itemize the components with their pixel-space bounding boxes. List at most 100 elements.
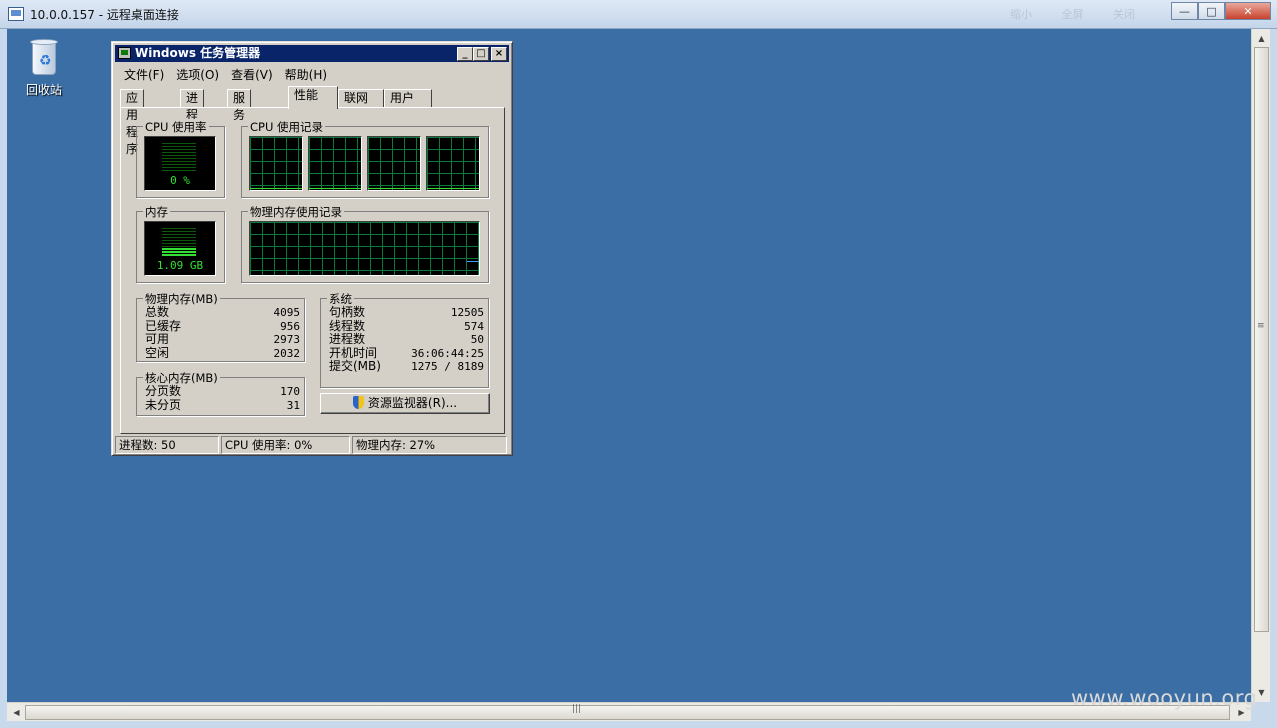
memory-value: 1.09 GB xyxy=(156,259,204,272)
tab-services[interactable]: 服务 xyxy=(227,89,252,122)
stat-value: 2032 xyxy=(273,346,301,360)
stat-row: 进程数 50 xyxy=(329,332,484,347)
stat-value: 50 xyxy=(470,333,484,346)
cpu-history-label: CPU 使用记录 xyxy=(248,119,326,135)
vertical-scrollbar[interactable]: ▲ ≡ ▼ xyxy=(1251,29,1270,702)
stat-row: 开机时间 36:06:44:25 xyxy=(329,345,484,361)
tm-minimize-button[interactable]: _ xyxy=(457,47,473,61)
cpu-history-group: CPU 使用记录 xyxy=(241,119,489,198)
stat-name: 空闲 xyxy=(145,345,170,360)
status-bar: 进程数: 50 CPU 使用率: 0% 物理内存: 27% xyxy=(115,436,509,454)
memory-meter: 1.09 GB xyxy=(144,221,216,276)
stat-value: 170 xyxy=(280,385,300,398)
scroll-up-icon[interactable]: ▲ xyxy=(1254,31,1269,46)
stat-row: 已缓存 956 xyxy=(145,318,300,334)
stat-value: 956 xyxy=(280,319,300,333)
recycle-bin-label: 回收站 xyxy=(25,83,62,97)
stat-value: 36:06:44:25 xyxy=(411,346,484,360)
grip-icon: ≡ xyxy=(1257,321,1265,331)
physical-memory-stats: 总数 4095 已缓存 956 可用 2973 空闲 2032 xyxy=(145,305,301,361)
window-title: 10.0.0.157 - 远程桌面连接 xyxy=(30,8,179,22)
stat-value: 31 xyxy=(286,398,300,412)
menu-bar: 文件(F) 选项(O) 查看(V) 帮助(H) xyxy=(118,64,333,85)
task-manager-window[interactable]: Windows 任务管理器 _ □ × 文件(F) 选项(O) 查看(V) 帮助… xyxy=(111,41,513,456)
tab-performance[interactable]: 性能 xyxy=(288,86,338,109)
tab-networking[interactable]: 联网 xyxy=(338,89,384,108)
stat-name: 已缓存 xyxy=(145,318,182,333)
resource-monitor-button[interactable]: 资源监视器(R)... xyxy=(320,393,490,414)
tab-applications[interactable]: 应用程序 xyxy=(120,89,145,156)
ghost-control-2: 全屏 xyxy=(1061,8,1084,21)
shield-icon xyxy=(352,396,364,409)
rdp-titlebar[interactable]: 10.0.0.157 - 远程桌面连接 缩小 全屏 关闭 — □ ✕ xyxy=(0,0,1277,29)
performance-panel: CPU 使用率 0 % CPU 使用记录 内存 1.09 GB 物理内存使用记录… xyxy=(120,107,505,434)
tab-users[interactable]: 用户 xyxy=(384,89,432,108)
status-processes: 进程数: 50 xyxy=(115,436,219,454)
tm-close-button[interactable]: × xyxy=(491,47,507,61)
status-memory: 物理内存: 27% xyxy=(352,436,507,454)
stat-value: 574 xyxy=(464,319,484,333)
stat-row: 总数 4095 xyxy=(145,305,301,320)
horizontal-scroll-thumb[interactable] xyxy=(25,705,1230,720)
memory-label: 内存 xyxy=(143,204,170,220)
remote-desktop-icon xyxy=(8,7,24,21)
horizontal-scrollbar[interactable]: ◀ ||| ▶ xyxy=(7,702,1251,721)
task-manager-title: Windows 任务管理器 xyxy=(135,46,261,60)
memory-history-graph xyxy=(249,221,480,276)
window-frame-right xyxy=(1270,29,1277,728)
stat-name: 进程数 xyxy=(329,332,366,346)
stat-value: 1275 / 8189 xyxy=(411,360,484,373)
stat-name: 开机时间 xyxy=(329,345,378,360)
rdp-ghost-controls: 缩小 全屏 关闭 xyxy=(1010,6,1161,22)
stat-row: 空闲 2032 xyxy=(145,345,301,361)
physical-memory-group: 物理内存(MB) 总数 4095 已缓存 956 可用 2973 空闲 2032 xyxy=(136,291,305,362)
menu-view[interactable]: 查看(V) xyxy=(225,64,279,85)
tab-processes[interactable]: 进程 xyxy=(180,89,205,122)
stat-name: 总数 xyxy=(145,305,170,319)
stat-row: 可用 2973 xyxy=(145,332,301,347)
watermark: www.wooyun.org xyxy=(1071,686,1258,710)
cpu-core-graph-3 xyxy=(367,136,421,191)
cpu-core-graph-4 xyxy=(426,136,480,191)
cpu-core-graph-1 xyxy=(249,136,303,191)
stat-name: 可用 xyxy=(145,332,170,346)
task-manager-icon xyxy=(118,47,131,59)
minimize-button[interactable]: — xyxy=(1171,2,1198,20)
menu-options[interactable]: 选项(O) xyxy=(170,64,225,85)
cpu-core-graph-2 xyxy=(308,136,362,191)
stat-row: 线程数 574 xyxy=(329,318,484,334)
ghost-control-3: 关闭 xyxy=(1113,8,1135,21)
stat-name: 未分页 xyxy=(145,397,182,412)
window-controls: — □ ✕ xyxy=(1171,2,1271,20)
stat-value: 4095 xyxy=(273,306,301,319)
menu-file[interactable]: 文件(F) xyxy=(118,64,170,85)
tm-maximize-button[interactable]: □ xyxy=(473,47,489,61)
task-manager-titlebar[interactable]: Windows 任务管理器 _ □ × xyxy=(115,45,509,62)
stat-value: 2973 xyxy=(273,333,301,346)
memory-history-label: 物理内存使用记录 xyxy=(248,204,344,220)
cpu-usage-value: 0 % xyxy=(170,174,190,187)
status-cpu: CPU 使用率: 0% xyxy=(221,436,350,454)
window-frame-bottom xyxy=(0,721,1277,728)
vertical-scroll-thumb[interactable] xyxy=(1254,47,1269,632)
memory-history-group: 物理内存使用记录 xyxy=(241,204,489,283)
memory-group: 内存 1.09 GB xyxy=(136,204,225,283)
close-button[interactable]: ✕ xyxy=(1225,2,1271,20)
stat-name: 句柄数 xyxy=(329,305,366,319)
stat-row: 句柄数 12505 xyxy=(329,305,484,320)
remote-desktop[interactable]: ♻ 回收站 Windows 任务管理器 _ □ × 文件(F) 选项(O) 查看… xyxy=(7,29,1251,702)
stat-row: 分页数 170 xyxy=(145,384,300,399)
stat-name: 线程数 xyxy=(329,318,366,333)
system-group: 系统 句柄数 12505 线程数 574 进程数 50 开机时间 36:06:44:25… xyxy=(320,291,489,388)
stat-row: 未分页 31 xyxy=(145,397,300,413)
recycle-bin-shortcut[interactable]: ♻ 回收站 xyxy=(19,37,69,98)
maximize-button[interactable]: □ xyxy=(1198,2,1225,20)
recycle-bin-icon: ♻ xyxy=(28,37,60,77)
cpu-usage-meter: 0 % xyxy=(144,136,216,191)
scroll-left-icon[interactable]: ◀ xyxy=(9,705,24,720)
stat-value: 12505 xyxy=(450,306,484,319)
system-stats: 句柄数 12505 线程数 574 进程数 50 开机时间 36:06:44:25 提交… xyxy=(329,305,484,374)
cpu-usage-label: CPU 使用率 xyxy=(143,119,209,135)
menu-help[interactable]: 帮助(H) xyxy=(279,64,333,85)
stat-row: 提交(MB) 1275 / 8189 xyxy=(329,359,484,374)
